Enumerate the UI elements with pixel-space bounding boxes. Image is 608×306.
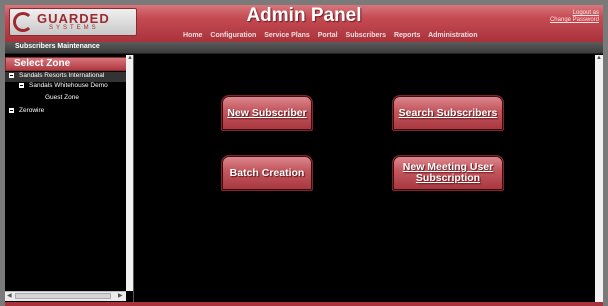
- page-title: Admin Panel: [246, 5, 362, 26]
- change-password-link[interactable]: Change Password: [550, 17, 599, 24]
- main-vertical-scrollbar[interactable]: ▲: [595, 55, 603, 302]
- nav-configuration[interactable]: Configuration: [210, 32, 256, 39]
- new-meeting-user-subscription-label: New Meeting User Subscription: [402, 161, 494, 184]
- tree-node-label: Zerowire: [19, 107, 45, 114]
- collapse-toggle-icon[interactable]: [9, 72, 14, 78]
- tree-node-label: Guest Zone: [45, 94, 79, 101]
- search-subscribers-button[interactable]: Search Subscribers: [392, 95, 504, 131]
- nav-portal[interactable]: Portal: [318, 32, 338, 39]
- zone-panel-vertical-scrollbar[interactable]: ▲: [126, 55, 133, 291]
- nav-reports[interactable]: Reports: [394, 32, 420, 39]
- batch-creation-button[interactable]: Batch Creation: [221, 155, 313, 191]
- logout-link[interactable]: Logout as: [550, 10, 599, 17]
- scroll-up-icon[interactable]: ▲: [127, 55, 133, 61]
- batch-creation-label: Batch Creation: [229, 166, 305, 179]
- tree-node-sandals-resorts[interactable]: Sandals Resorts International: [5, 72, 127, 82]
- zone-panel-title: Select Zone: [14, 58, 71, 69]
- collapse-toggle-icon[interactable]: [19, 82, 24, 88]
- tree-node-label: Sandals Whitehouse Demo: [29, 82, 108, 89]
- zone-panel: Select Zone Sandals Resorts Internationa…: [5, 55, 134, 302]
- tree-node-zerowire[interactable]: Zerowire: [9, 107, 44, 117]
- nav-administration[interactable]: Administration: [428, 32, 477, 39]
- search-subscribers-label: Search Subscribers: [398, 106, 498, 119]
- app-frame: GUARDED SYSTEMS Admin Panel Logout as Ch…: [5, 5, 603, 306]
- section-header: Subscribers Maintenance: [5, 42, 603, 54]
- section-title: Subscribers Maintenance: [15, 43, 100, 50]
- scroll-up-icon[interactable]: ▲: [596, 55, 602, 61]
- scroll-right-icon[interactable]: ▶: [118, 292, 123, 299]
- nav-subscribers[interactable]: Subscribers: [346, 32, 386, 39]
- nav-home[interactable]: Home: [183, 32, 202, 39]
- new-subscriber-label: New Subscriber: [227, 106, 307, 119]
- scrollbar-thumb[interactable]: [15, 293, 111, 299]
- tree-node-label: Sandals Resorts International: [19, 72, 105, 79]
- zone-panel-header: Select Zone: [5, 57, 127, 71]
- header-bar: GUARDED SYSTEMS Admin Panel Logout as Ch…: [5, 5, 603, 42]
- scroll-left-icon[interactable]: ◀: [7, 292, 12, 299]
- expand-toggle-icon[interactable]: [9, 107, 14, 113]
- tree-node-guest-zone[interactable]: Guest Zone: [45, 94, 79, 104]
- zone-panel-horizontal-scrollbar[interactable]: ◀ ▶: [5, 291, 126, 301]
- new-meeting-user-subscription-button[interactable]: New Meeting User Subscription: [392, 155, 504, 191]
- main-nav: Home Configuration Service Plans Portal …: [183, 32, 483, 42]
- main-content: New Subscriber Search Subscribers Batch …: [135, 55, 595, 302]
- new-subscriber-button[interactable]: New Subscriber: [221, 95, 313, 131]
- tree-node-sandals-whitehouse[interactable]: Sandals Whitehouse Demo: [19, 82, 108, 92]
- footer-bar: [5, 302, 603, 306]
- user-links: Logout as Change Password: [550, 10, 599, 24]
- nav-service-plans[interactable]: Service Plans: [264, 32, 310, 39]
